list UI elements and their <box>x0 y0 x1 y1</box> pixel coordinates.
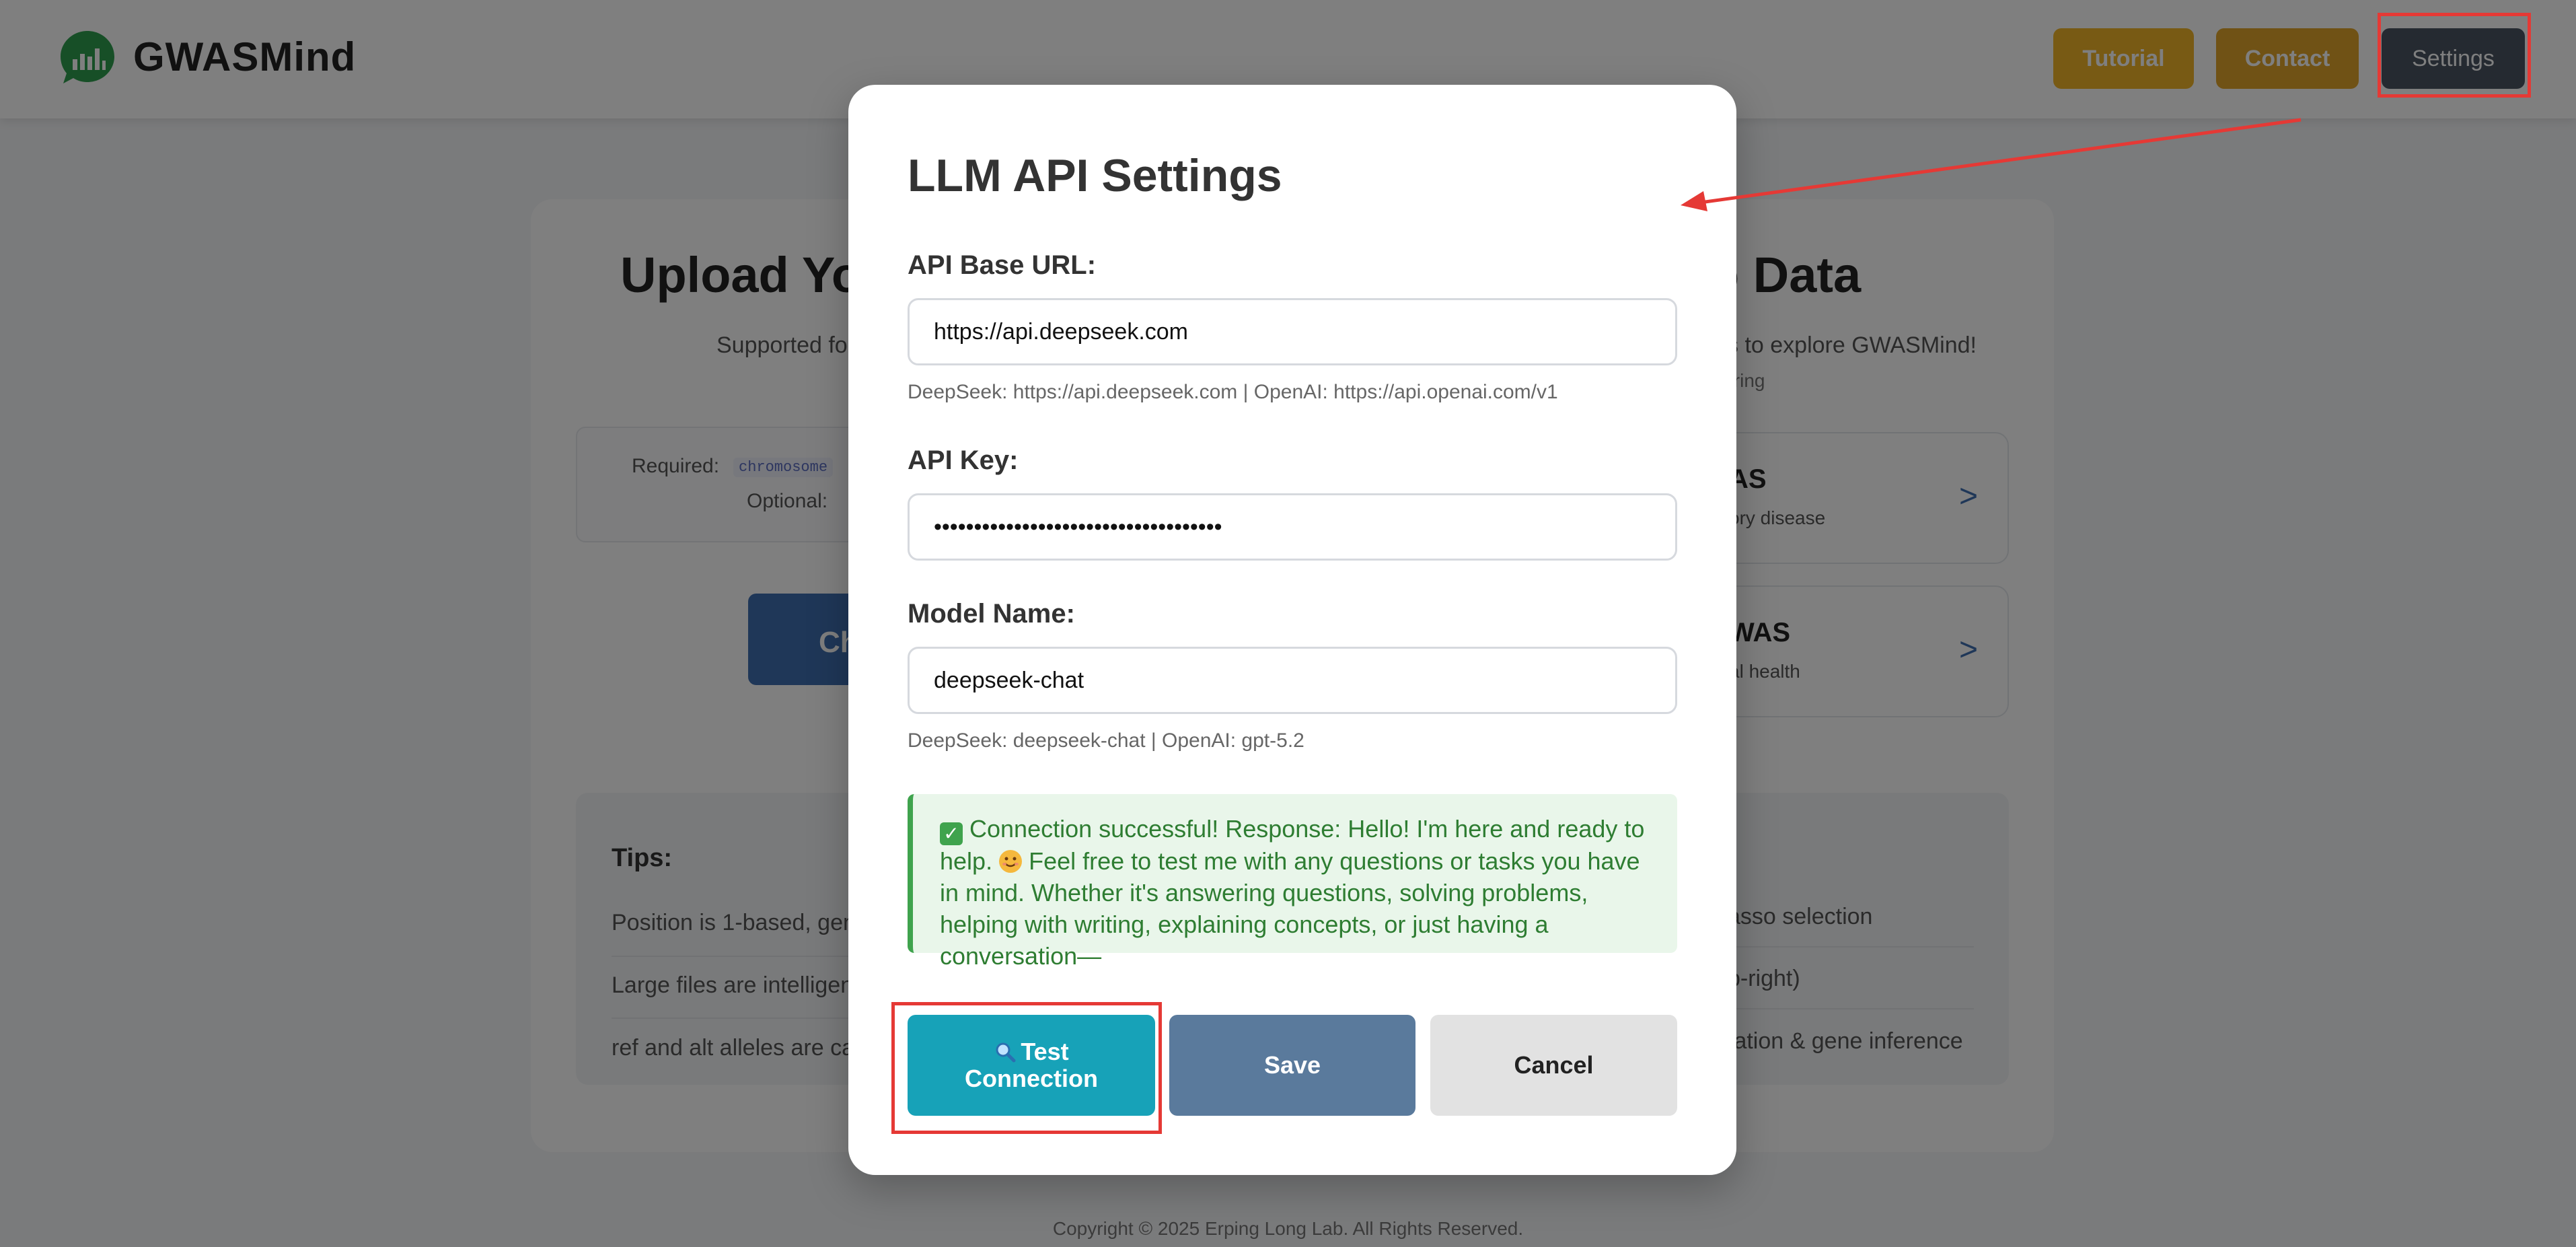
annotation-highlight-settings <box>2378 13 2531 98</box>
base-url-hint: DeepSeek: https://api.deepseek.com | Ope… <box>908 381 1558 403</box>
smile-emoji-icon <box>999 850 1023 873</box>
api-key-label: API Key: <box>908 446 1019 475</box>
api-key-input[interactable] <box>908 493 1677 561</box>
base-url-label: API Base URL: <box>908 250 1097 280</box>
model-name-input[interactable] <box>908 647 1677 714</box>
cancel-button[interactable]: Cancel <box>1430 1015 1677 1116</box>
base-url-input[interactable] <box>908 298 1677 365</box>
modal-title: LLM API Settings <box>908 150 1282 201</box>
model-name-hint: DeepSeek: deepseek-chat | OpenAI: gpt-5.… <box>908 729 1304 752</box>
checkmark-icon: ✓ <box>940 822 963 845</box>
model-name-label: Model Name: <box>908 599 1075 629</box>
annotation-highlight-test-connection <box>891 1002 1162 1134</box>
status-text-part2: Feel free to test me with any questions … <box>940 847 1640 970</box>
annotation-arrow-icon <box>1681 118 2302 211</box>
save-button[interactable]: Save <box>1169 1015 1415 1116</box>
connection-status-message: ✓ Connection successful! Response: Hello!… <box>908 794 1677 970</box>
